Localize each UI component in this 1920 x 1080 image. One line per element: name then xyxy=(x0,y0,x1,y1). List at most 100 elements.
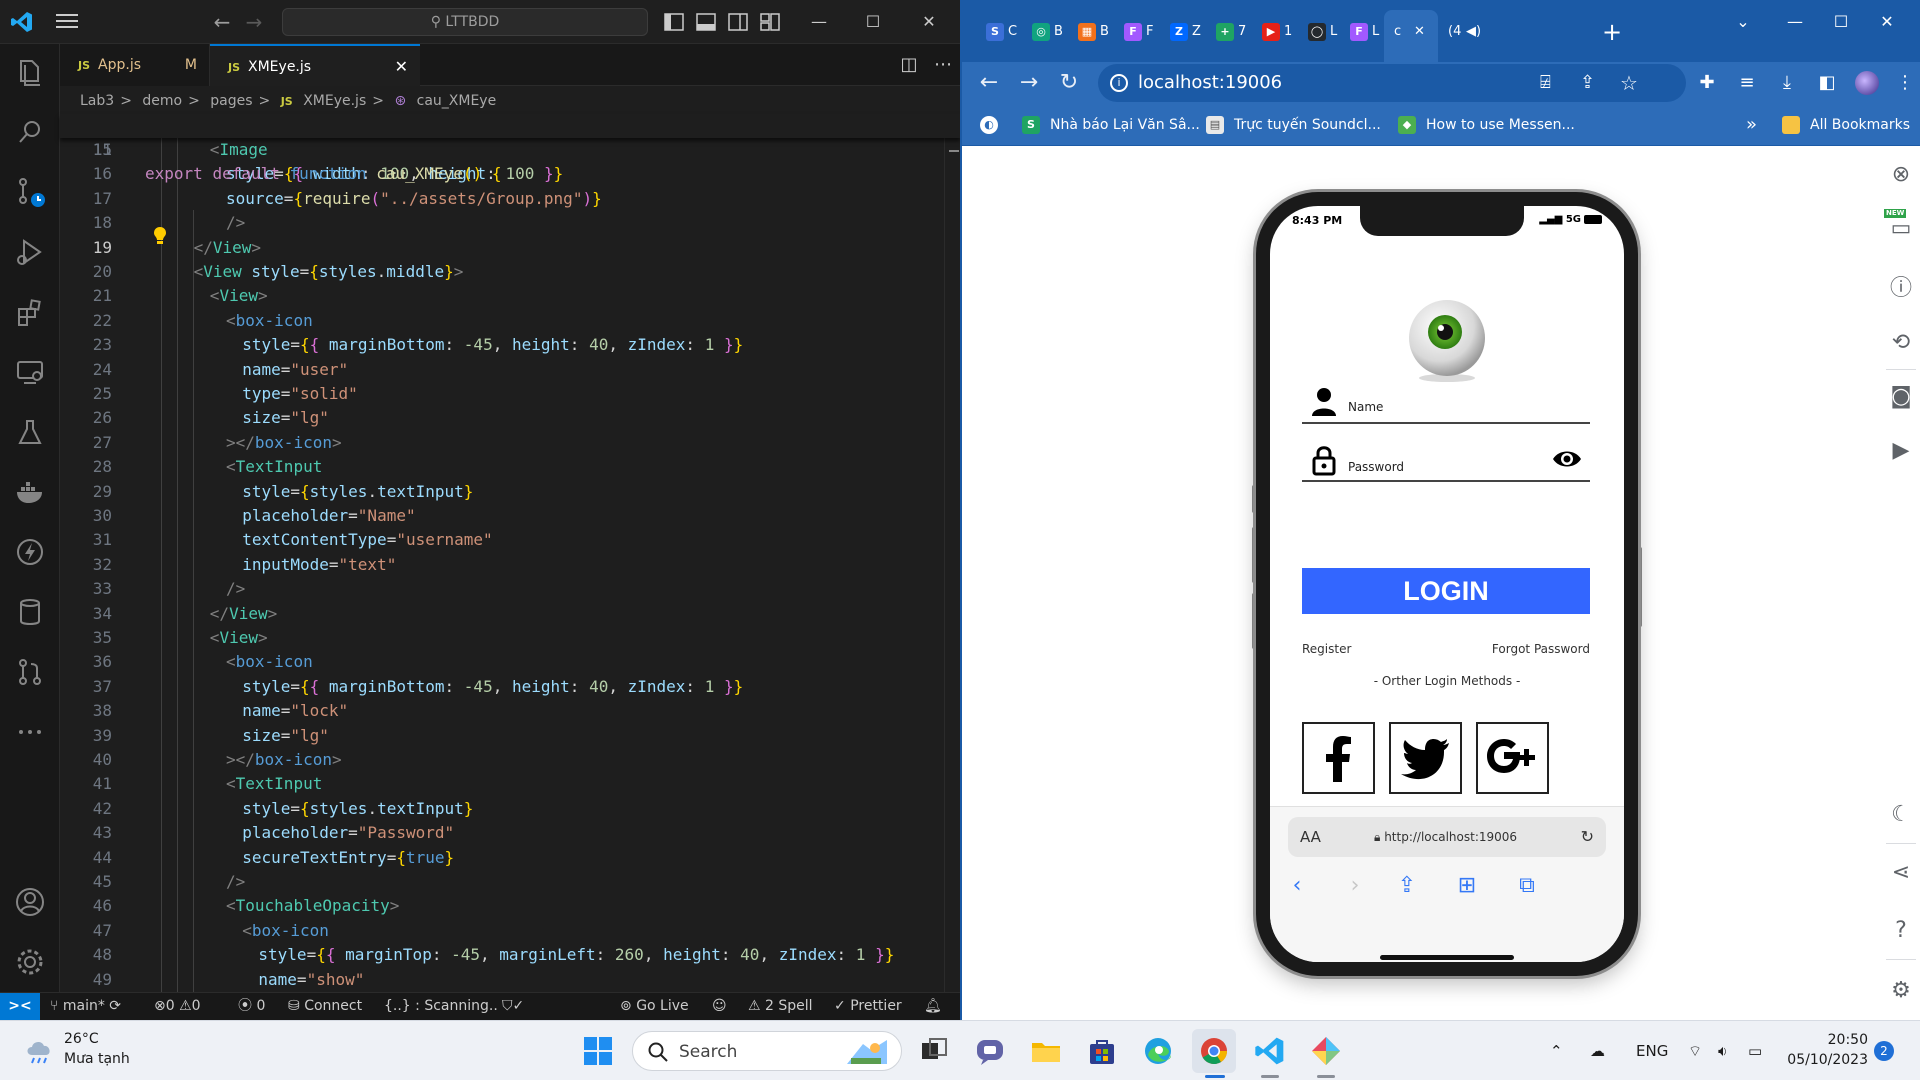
browser-tab[interactable]: ▦ B xyxy=(1068,14,1118,50)
problems-status[interactable]: ⊗0 ⚠0 xyxy=(154,993,201,1020)
media-controls-icon[interactable]: ≡ xyxy=(1732,68,1762,98)
code-line[interactable]: 40 ></box-icon> xyxy=(60,748,960,772)
browser-back-icon[interactable]: ← xyxy=(972,66,1006,100)
source-control-icon[interactable] xyxy=(12,174,48,210)
run-debug-icon[interactable] xyxy=(12,234,48,270)
more-actions-icon[interactable]: ⋯ xyxy=(932,54,954,76)
browser-tab[interactable]: ▶ 1 xyxy=(1252,14,1302,50)
close-tab-icon[interactable]: ✕ xyxy=(1414,14,1425,50)
extensions-puzzle-icon[interactable]: ✚ xyxy=(1692,68,1722,98)
breadcrumb-item[interactable]: Lab3 xyxy=(80,93,114,109)
browser-menu-icon[interactable]: ⋮ xyxy=(1890,68,1920,98)
spell-status[interactable]: ⚠ 2 Spell xyxy=(748,993,813,1020)
code-line[interactable]: 27 ></box-icon> xyxy=(60,431,960,455)
chrome-browser-button[interactable] xyxy=(1192,1029,1236,1073)
browser-minimize-button[interactable]: — xyxy=(1772,0,1818,44)
sticky-scroll-line[interactable]: 11 export default function cau_XMEye() { xyxy=(60,114,960,183)
task-view-button[interactable] xyxy=(912,1029,956,1073)
shield-check-icon[interactable]: ⛉✓ xyxy=(502,993,524,1020)
code-line[interactable]: 34 </View> xyxy=(60,602,960,626)
start-button[interactable] xyxy=(576,1029,620,1073)
all-bookmarks-button[interactable]: All Bookmarks xyxy=(1782,104,1910,146)
browser-forward-icon[interactable]: → xyxy=(1012,66,1046,100)
show-hidden-icons-chevron[interactable]: ⌃ xyxy=(1550,1021,1563,1080)
pull-requests-icon[interactable] xyxy=(12,654,48,690)
code-line[interactable]: 17 source={require("../assets/Group.png")… xyxy=(60,187,960,211)
tab-search-chevron-icon[interactable]: ⌄ xyxy=(1720,0,1766,44)
close-button[interactable]: ✕ xyxy=(906,0,952,44)
toggle-secondary-sidebar-icon[interactable] xyxy=(726,10,750,34)
taskbar-search[interactable]: Search xyxy=(632,1031,902,1071)
profile-avatar[interactable] xyxy=(1852,68,1882,98)
accounts-icon[interactable] xyxy=(12,884,48,920)
browser-tab[interactable]: FF xyxy=(1114,14,1164,50)
code-line[interactable]: 30 placeholder="Name" xyxy=(60,504,960,528)
customize-layout-icon[interactable] xyxy=(758,10,782,34)
download-icon[interactable]: ⤓ xyxy=(1772,68,1802,98)
code-line[interactable]: 33 /> xyxy=(60,577,960,601)
code-line[interactable]: 29 style={styles.textInput} xyxy=(60,480,960,504)
forward-arrow-icon[interactable]: → xyxy=(242,10,266,34)
code-line[interactable]: 20 <View style={styles.middle}> xyxy=(60,260,960,284)
translate-icon[interactable]: ⍯ xyxy=(1540,64,1551,102)
code-line[interactable]: 31 textContentType="username" xyxy=(60,528,960,552)
remote-indicator-icon[interactable]: >< xyxy=(0,993,40,1020)
code-line[interactable]: 41 <TextInput xyxy=(60,772,960,796)
info-icon[interactable]: ⓘ xyxy=(1880,271,1920,307)
explorer-icon[interactable] xyxy=(12,54,48,90)
breadcrumb-item[interactable]: pages xyxy=(210,93,252,109)
code-line[interactable]: 43 placeholder="Password" xyxy=(60,821,960,845)
code-line[interactable]: 39 size="lg" xyxy=(60,724,960,748)
google-plus-login-button[interactable] xyxy=(1476,722,1549,794)
code-line[interactable]: 21 <View> xyxy=(60,284,960,308)
bookmark-star-icon[interactable]: ☆ xyxy=(1620,64,1638,102)
code-line[interactable]: 15 <Image xyxy=(60,138,960,162)
close-circle-icon[interactable]: ⊗ xyxy=(1880,157,1920,193)
app-taskbar-button[interactable] xyxy=(1304,1029,1348,1073)
file-explorer-button[interactable] xyxy=(1024,1029,1068,1073)
code-line[interactable]: 48 style={{ marginTop: -45, marginLeft: 2… xyxy=(60,943,960,967)
safari-back-icon[interactable]: ‹ xyxy=(1282,871,1312,901)
code-line[interactable]: 46 <TouchableOpacity> xyxy=(60,894,960,918)
forgot-password-link[interactable]: Forgot Password xyxy=(1492,642,1590,656)
reload-icon[interactable]: ↻ xyxy=(1052,66,1086,100)
thunder-client-icon[interactable] xyxy=(12,534,48,570)
scanning-status[interactable]: {..} : Scanning.. xyxy=(384,993,498,1020)
safari-forward-icon[interactable]: › xyxy=(1340,871,1370,901)
hamburger-menu-icon[interactable] xyxy=(56,12,78,30)
command-center-search[interactable]: ⚲ LTTBDD xyxy=(282,8,648,36)
ports-status[interactable]: ⦿ 0 xyxy=(238,993,265,1020)
database-icon[interactable] xyxy=(12,594,48,630)
code-editor[interactable]: 15 <Image 16 style={{ width: 100, height: 1… xyxy=(60,114,960,992)
split-editor-icon[interactable]: ◫ xyxy=(898,54,920,76)
browser-tab[interactable]: FL xyxy=(1340,14,1390,50)
notifications-bell-icon[interactable]: 🔔︎ xyxy=(924,993,942,1020)
browser-tab[interactable]: SC xyxy=(976,14,1026,50)
extensions-icon[interactable] xyxy=(12,294,48,330)
breadcrumb-item[interactable]: XMEye.js xyxy=(303,93,366,109)
onedrive-cloud-icon[interactable]: ☁ xyxy=(1590,1021,1605,1080)
bookmark-item[interactable]: ▤ Trực tuyến Soundcl... xyxy=(1206,104,1381,146)
register-link[interactable]: Register xyxy=(1302,642,1351,656)
rotate-icon[interactable]: ⟲ xyxy=(1880,325,1920,361)
screenshot-camera-icon[interactable]: ◙ xyxy=(1880,379,1920,415)
breadcrumb-item[interactable]: cau_XMEye xyxy=(417,93,497,109)
bookmark-item[interactable]: S Nhà báo Lại Văn Sâ... xyxy=(1022,104,1200,146)
dark-mode-moon-icon[interactable]: ☾ xyxy=(1880,797,1920,833)
code-line[interactable]: 44 secureTextEntry={true} xyxy=(60,846,960,870)
code-line[interactable]: 23 style={{ marginBottom: -45, height: 40… xyxy=(60,333,960,357)
safari-reload-icon[interactable]: ↻ xyxy=(1581,817,1594,857)
docker-icon[interactable] xyxy=(12,474,48,510)
go-live-button[interactable]: ⊚ Go Live xyxy=(620,993,689,1020)
connect-status[interactable]: ⛁ Connect xyxy=(288,993,362,1020)
device-list-icon[interactable]: NEW ▭ xyxy=(1880,209,1920,247)
maximize-button[interactable]: ☐ xyxy=(850,0,896,44)
microsoft-store-button[interactable] xyxy=(1080,1029,1124,1073)
code-line[interactable]: 37 style={{ marginBottom: -45, height: 40… xyxy=(60,675,960,699)
share-nodes-icon[interactable]: ⋖ xyxy=(1880,855,1920,891)
bookmarks-overflow-icon[interactable]: » xyxy=(1746,104,1757,146)
back-arrow-icon[interactable]: ← xyxy=(210,10,234,34)
browser-tab[interactable]: c ✕ xyxy=(1384,10,1438,64)
tab-app-js[interactable]: JS App.js M xyxy=(60,44,210,86)
battery-charging-icon[interactable]: ▭ xyxy=(1748,1021,1762,1080)
